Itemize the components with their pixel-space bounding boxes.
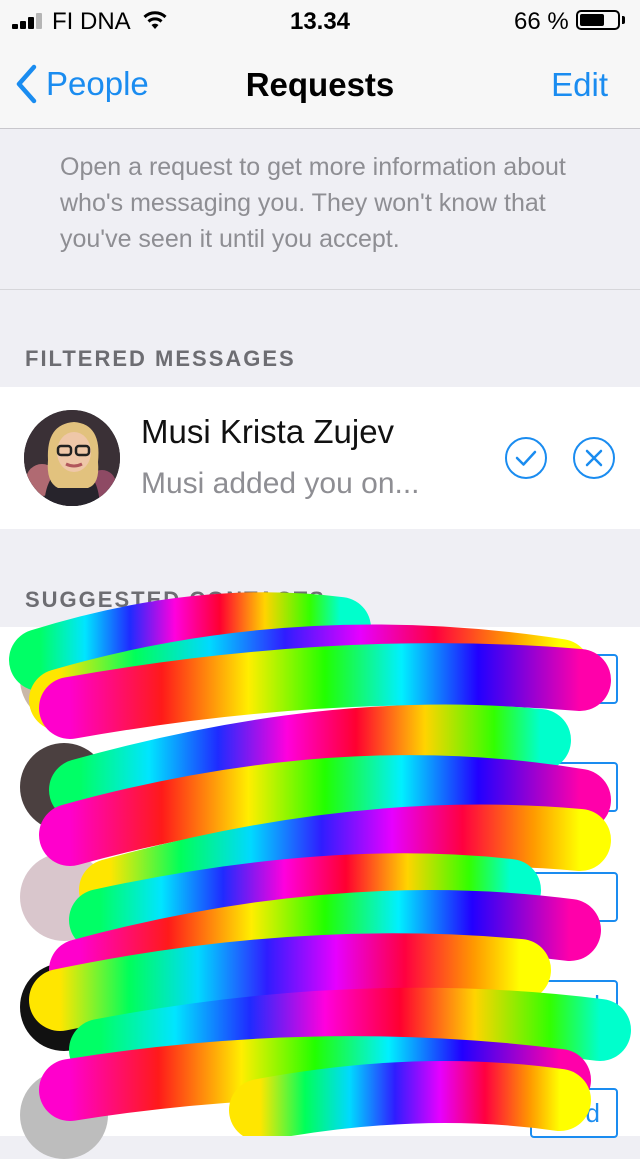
- redaction-scribble: [9, 592, 631, 1136]
- battery-percentage: 66 %: [514, 8, 569, 35]
- info-text: Open a request to get more information a…: [60, 153, 566, 253]
- message-preview: Musi added you on...: [141, 467, 420, 500]
- status-bar: FI DNA 13.34 66 %: [0, 0, 640, 40]
- checkmark-icon: [515, 450, 537, 466]
- battery-tip: [622, 16, 625, 24]
- chevron-left-icon: [16, 64, 37, 104]
- battery-icon: [576, 10, 620, 30]
- back-button[interactable]: People: [14, 62, 149, 106]
- navigation-bar: People Requests Edit: [0, 40, 640, 129]
- accept-request-button[interactable]: [505, 437, 547, 479]
- filtered-messages-header: FILTERED MESSAGES: [25, 346, 296, 371]
- back-button-label: People: [46, 65, 149, 102]
- avatar: [24, 410, 120, 506]
- contact-name: Musi Krista Zujev: [141, 413, 395, 450]
- info-banner: Open a request to get more information a…: [0, 129, 640, 290]
- close-icon: [585, 449, 603, 467]
- decline-request-button[interactable]: [573, 437, 615, 479]
- edit-button[interactable]: Edit: [551, 66, 608, 104]
